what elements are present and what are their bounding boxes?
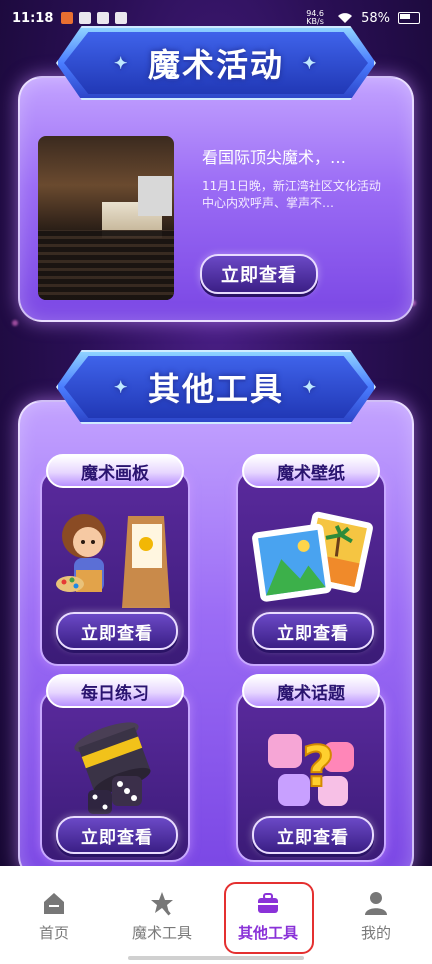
sparkle-icon: ✦ [302, 377, 318, 397]
puzzle-question-icon: ? [238, 712, 384, 822]
activity-view-button[interactable]: 立即查看 [200, 254, 318, 294]
tools-banner: ✦ 其他工具 ✦ [56, 350, 376, 424]
tool-view-button[interactable]: 立即查看 [252, 816, 374, 854]
painting-girl-icon [42, 498, 188, 618]
tab-label: 魔术工具 [131, 924, 192, 942]
notification-icon [61, 12, 74, 24]
seats-shape [38, 230, 174, 300]
tab-home[interactable]: 首页 [14, 890, 94, 943]
tool-card-wallpaper[interactable]: 魔术壁纸 立即查看 [236, 454, 386, 666]
activity-image[interactable] [38, 136, 174, 300]
activity-banner: ✦ 魔术活动 ✦ [56, 26, 376, 100]
screen-shape [138, 176, 172, 216]
active-tab-highlight [224, 882, 314, 954]
tool-card-label: 每日练习 [46, 674, 184, 708]
magic-hat-dice-icon [42, 712, 188, 822]
status-notification-icons [61, 12, 128, 24]
tool-card-drawing-board[interactable]: 魔术画板 立即查看 [40, 454, 190, 666]
tool-card-magic-topics[interactable]: 魔术话题 ? 立即查看 [236, 674, 386, 862]
wifi-icon [338, 13, 353, 23]
activity-description: 11月1日晚，新江湾社区文化活动中心内欢呼声、掌声不… [202, 179, 381, 210]
profile-icon [365, 892, 387, 915]
background-sparkle [12, 320, 18, 326]
magic-wand-icon [151, 892, 173, 916]
tab-label: 首页 [38, 924, 69, 942]
tool-card-label: 魔术话题 [242, 674, 380, 708]
battery-percent: 58% [361, 10, 390, 26]
wallpaper-photos-icon [238, 498, 384, 618]
home-icon [44, 893, 64, 914]
network-speed: 94.6 KB/s [306, 9, 324, 26]
battery-icon [398, 12, 420, 24]
svg-text:?: ? [302, 735, 334, 800]
tool-card-label: 魔术画板 [46, 454, 184, 488]
tool-card-label: 魔术壁纸 [242, 454, 380, 488]
activity-panel: 看国际顶尖魔术，… 11月1日晚，新江湾社区文化活动中心内欢呼声、掌声不… 立即… [18, 76, 414, 322]
notification-icon [97, 12, 110, 24]
tool-card-daily-practice[interactable]: 每日练习 立即查看 [40, 674, 190, 862]
tool-view-button[interactable]: 立即查看 [56, 612, 178, 650]
activity-title: 看国际顶尖魔术，… [202, 148, 347, 167]
tab-label: 我的 [360, 924, 391, 942]
notification-icon [115, 12, 128, 24]
tool-view-button[interactable]: 立即查看 [252, 612, 374, 650]
sparkle-icon: ✦ [302, 53, 318, 73]
status-time: 11:18 [12, 10, 54, 26]
activity-card[interactable]: 看国际顶尖魔术，… 11月1日晚，新江湾社区文化活动中心内欢呼声、掌声不… 立即… [20, 78, 412, 320]
notification-icon [79, 12, 92, 24]
sparkle-icon: ✦ [114, 377, 130, 397]
home-indicator [128, 956, 304, 960]
activity-banner-title: 魔术活动 [147, 46, 284, 84]
tools-banner-title: 其他工具 [147, 370, 284, 408]
sparkle-icon: ✦ [114, 53, 130, 73]
tab-magic-tools[interactable]: 魔术工具 [122, 890, 202, 943]
tool-view-button[interactable]: 立即查看 [56, 816, 178, 854]
tab-mine[interactable]: 我的 [336, 890, 416, 943]
